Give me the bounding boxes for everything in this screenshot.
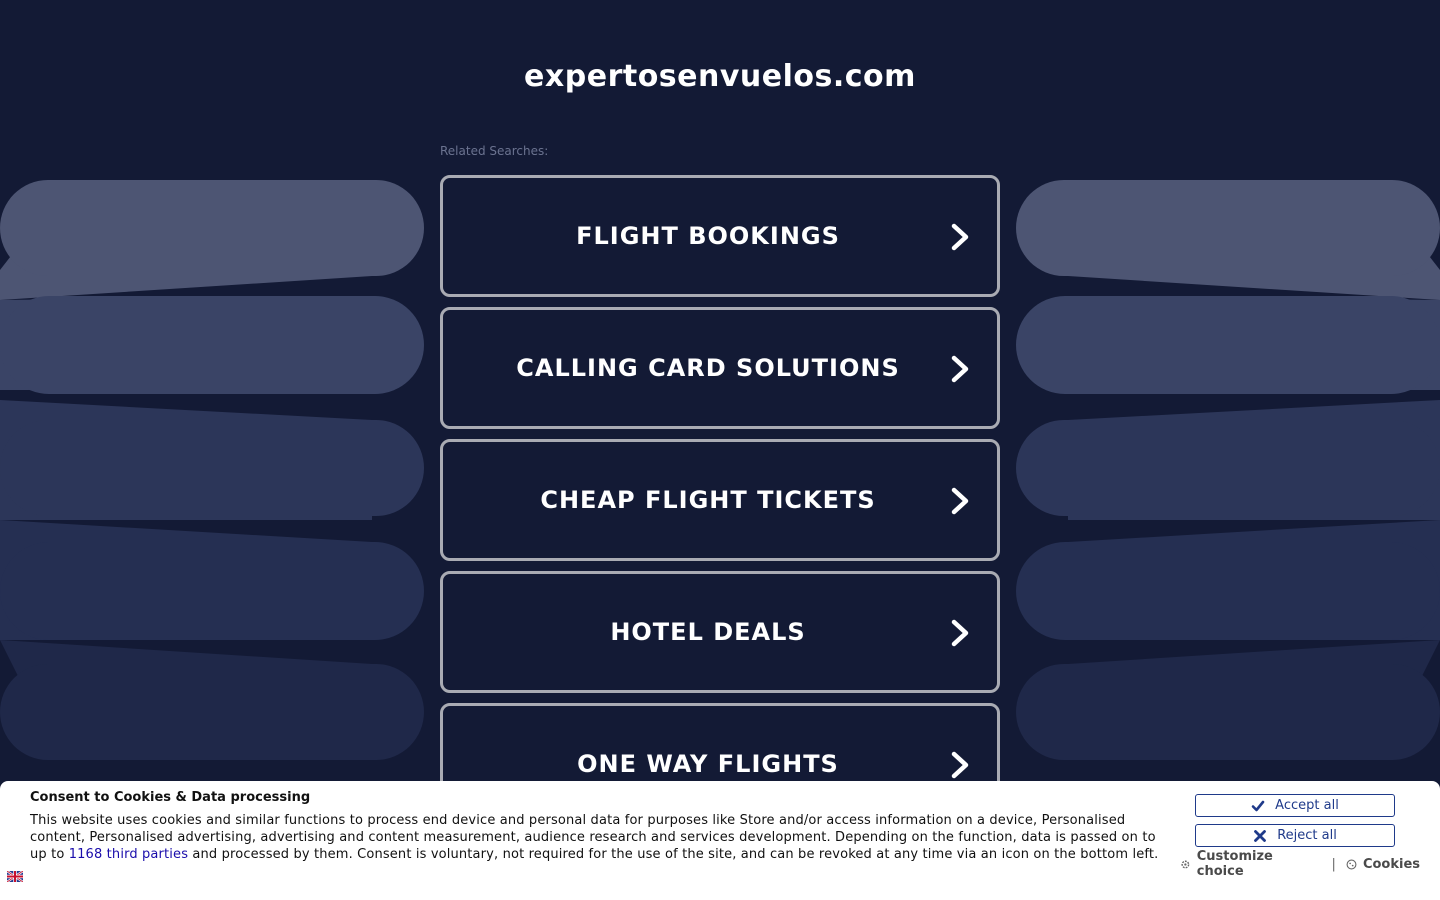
link-separator: | xyxy=(1331,856,1336,872)
cookies-label: Cookies xyxy=(1362,856,1420,872)
search-link-label: HOTEL DEALS xyxy=(610,618,806,646)
cookie-consent-banner: Consent to Cookies & Data processing Thi… xyxy=(0,781,1440,900)
cookie-icon xyxy=(1346,859,1357,869)
check-icon xyxy=(1251,800,1265,811)
cookies-link[interactable]: Cookies xyxy=(1346,857,1420,872)
uk-flag-icon[interactable] xyxy=(7,871,23,882)
customize-choice-link[interactable]: Customize choice xyxy=(1180,849,1322,879)
search-link-flight-bookings[interactable]: FLIGHT BOOKINGS xyxy=(440,175,1000,297)
search-link-calling-card-solutions[interactable]: CALLING CARD SOLUTIONS xyxy=(440,307,1000,429)
consent-text: This website uses cookies and similar fu… xyxy=(30,812,1162,863)
accept-all-button[interactable]: Accept all xyxy=(1195,794,1395,817)
reject-all-button[interactable]: Reject all xyxy=(1195,824,1395,847)
chevron-right-icon xyxy=(951,355,969,383)
search-link-cheap-flight-tickets[interactable]: CHEAP FLIGHT TICKETS xyxy=(440,439,1000,561)
chevron-right-icon xyxy=(951,487,969,515)
parked-domain-page: expertosenvuelos.com Related Searches: F… xyxy=(0,0,1440,900)
chevron-right-icon xyxy=(951,751,969,779)
customize-choice-label: Customize choice xyxy=(1196,849,1273,879)
third-parties-link[interactable]: 1168 third parties xyxy=(69,847,188,862)
consent-title: Consent to Cookies & Data processing xyxy=(30,790,311,805)
search-link-hotel-deals[interactable]: HOTEL DEALS xyxy=(440,571,1000,693)
consent-text-after: and processed by them. Consent is volunt… xyxy=(188,847,1159,862)
related-searches-list: FLIGHT BOOKINGS CALLING CARD SOLUTIONS C… xyxy=(440,175,1000,835)
domain-title: expertosenvuelos.com xyxy=(524,59,916,94)
accept-all-label: Accept all xyxy=(1275,798,1339,813)
consent-links: Customize choice | Cookies xyxy=(1180,849,1420,879)
search-link-label: CALLING CARD SOLUTIONS xyxy=(516,354,900,382)
x-icon xyxy=(1254,829,1267,842)
search-link-label: CHEAP FLIGHT TICKETS xyxy=(540,486,876,514)
chevron-right-icon xyxy=(951,619,969,647)
search-link-label: FLIGHT BOOKINGS xyxy=(576,222,840,250)
reject-all-label: Reject all xyxy=(1277,828,1337,843)
related-searches-label: Related Searches: xyxy=(440,144,549,158)
gear-icon xyxy=(1181,860,1190,868)
chevron-right-icon xyxy=(951,223,969,251)
